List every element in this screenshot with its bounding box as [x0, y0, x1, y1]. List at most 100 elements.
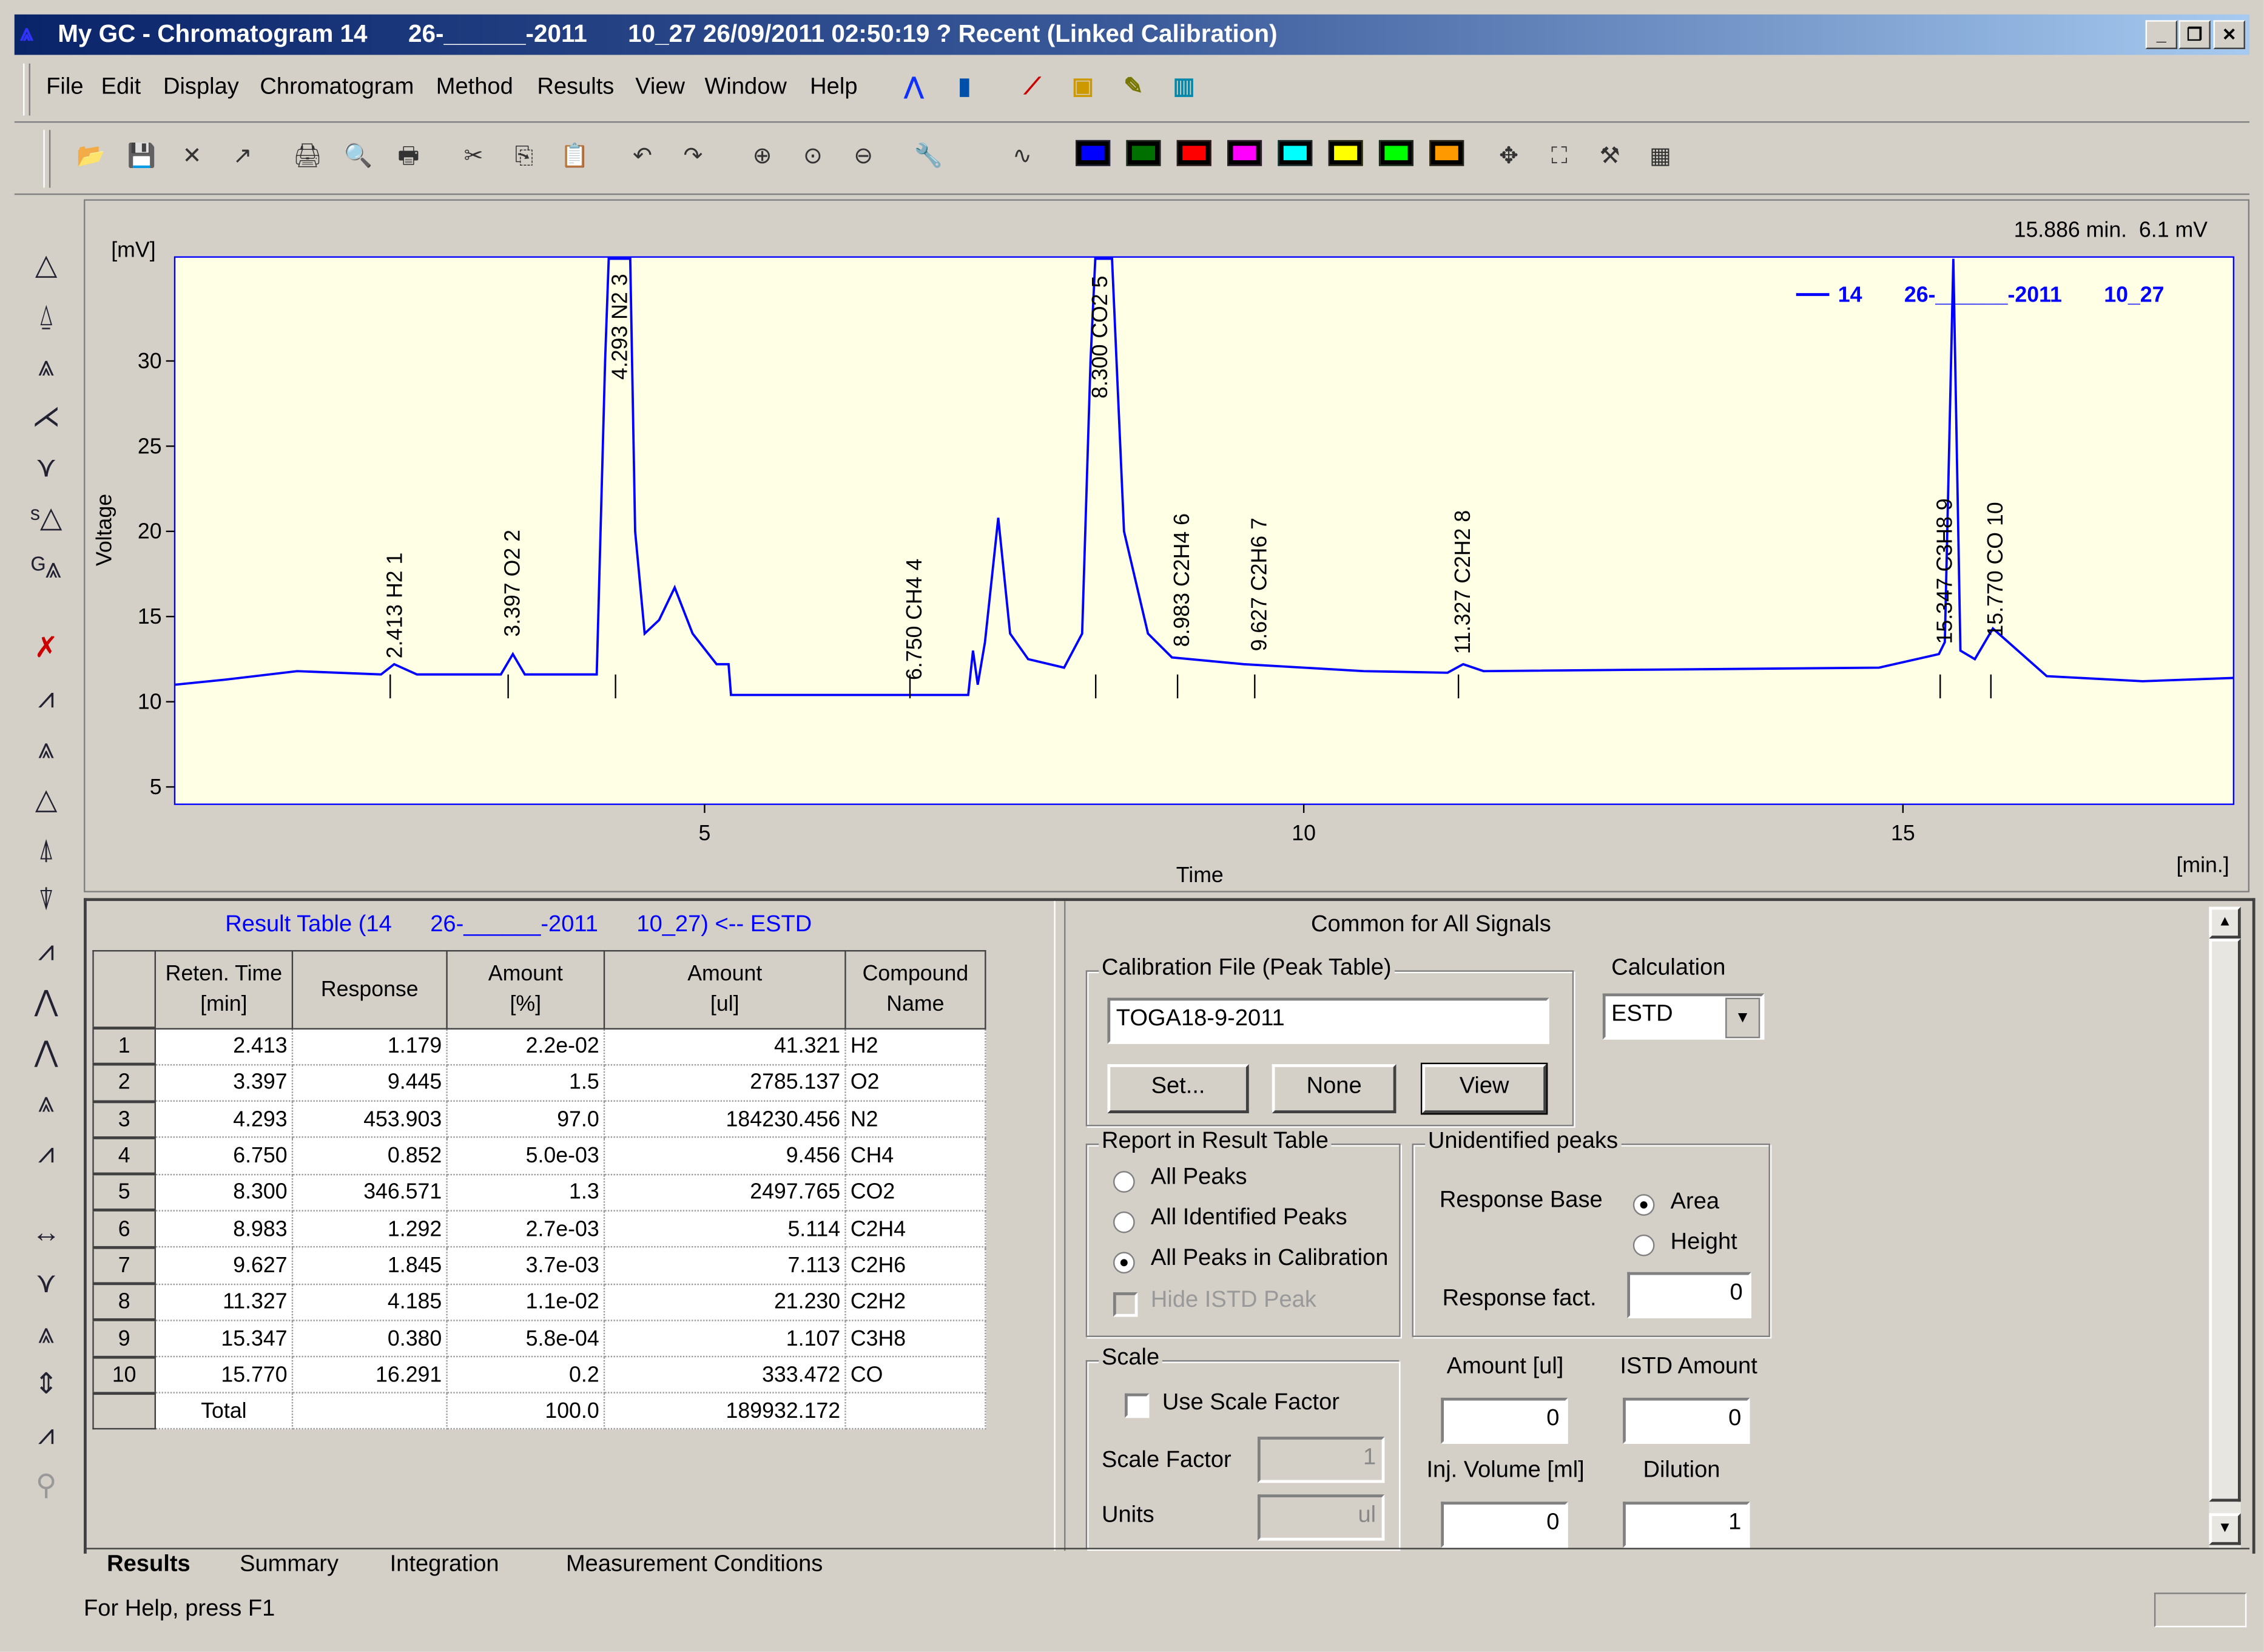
trace-color-button[interactable] — [1076, 140, 1111, 166]
response-fact-input[interactable]: 0 — [1627, 1272, 1751, 1318]
trace-color-button[interactable] — [1227, 140, 1262, 166]
report-option-radio[interactable] — [1113, 1252, 1135, 1274]
use-scale-factor-checkbox[interactable] — [1125, 1393, 1150, 1418]
zoom-icon[interactable]: ⊙ — [794, 138, 832, 176]
response-base-option-label[interactable]: Area — [1671, 1190, 1719, 1216]
menu-file[interactable]: File — [46, 75, 83, 101]
inj-volume-input[interactable]: 0 — [1441, 1502, 1568, 1548]
chromatogram-view-icon[interactable]: ⋀ — [895, 69, 933, 107]
table-row[interactable]: 10 15.770 16.291 0.2 333.472 CO — [92, 1355, 986, 1394]
scroll-down-button[interactable]: ▼ — [2209, 1513, 2241, 1545]
report-option-radio[interactable] — [1113, 1211, 1135, 1233]
close-button[interactable]: ✕ — [2213, 20, 2245, 49]
split-peak-icon[interactable]: ⩓ — [26, 346, 67, 387]
menu-results[interactable]: Results — [537, 75, 614, 101]
peak-end-icon[interactable]: ⍙ — [26, 296, 67, 337]
cut-icon[interactable]: ✂ — [455, 138, 493, 176]
print-icon[interactable]: 🖶 — [390, 138, 428, 176]
calibration-file-input[interactable]: TOGA18-9-2011 — [1107, 997, 1549, 1044]
vertical-scrollbar[interactable]: ▲ ▼ — [2209, 906, 2241, 1548]
menu-method[interactable]: Method — [436, 75, 513, 101]
paste-icon[interactable]: 📋 — [556, 138, 593, 176]
report-option-label[interactable]: All Peaks — [1151, 1165, 1247, 1192]
overlay-icon[interactable]: ⟋ — [1014, 69, 1051, 107]
trace-color-button[interactable] — [1126, 140, 1161, 166]
table-row[interactable]: 7 9.627 1.845 3.7e-03 7.113 C2H6 — [92, 1246, 986, 1285]
negative-baseline-icon[interactable]: ⋎ — [26, 1264, 67, 1304]
table-row[interactable]: 9 15.347 0.380 5.8e-04 1.107 C3H8 — [92, 1318, 986, 1358]
instrument-icon[interactable]: ▥ — [1165, 69, 1203, 107]
report-option-radio[interactable] — [1113, 1171, 1135, 1193]
trace-color-button[interactable] — [1429, 140, 1464, 166]
restore-button[interactable]: ❐ — [2178, 20, 2211, 49]
pane-splitter[interactable] — [1054, 901, 1066, 1551]
table-icon[interactable]: ▦ — [1642, 138, 1679, 176]
export-icon[interactable]: ↗ — [224, 138, 261, 176]
menu-view[interactable]: View — [635, 75, 685, 101]
front-tangent-icon[interactable]: ⋀ — [26, 982, 67, 1022]
column-header[interactable]: Amount [%] — [446, 950, 605, 1029]
istd-amount-input[interactable]: 0 — [1623, 1397, 1750, 1444]
width-icon[interactable]: ↔ — [26, 1213, 67, 1253]
copy-icon[interactable]: ⎘ — [505, 138, 543, 176]
solvent-peak-icon[interactable]: ˢ△ — [26, 498, 67, 539]
backward-horizontal-icon[interactable]: ⍒ — [26, 881, 67, 922]
tail-tangent-icon[interactable]: ⋀ — [26, 1033, 67, 1073]
redo-icon[interactable]: ↷ — [674, 138, 712, 176]
trace-color-button[interactable] — [1278, 140, 1313, 166]
column-header[interactable]: Compound Name — [844, 950, 986, 1029]
delete-icon[interactable]: ✕ — [174, 138, 211, 176]
amount-input[interactable]: 0 — [1441, 1397, 1568, 1444]
menu-chromatogram[interactable]: Chromatogram — [260, 75, 414, 101]
trace-color-button[interactable] — [1328, 140, 1363, 166]
integration-event-icon[interactable]: ⩓ — [26, 1083, 67, 1124]
table-row[interactable]: 2 3.397 9.445 1.5 2785.137 O2 — [92, 1063, 986, 1102]
undo-icon[interactable]: ↶ — [624, 138, 661, 176]
forward-horizontal-icon[interactable]: ⍋ — [26, 831, 67, 871]
trace-color-button[interactable] — [1176, 140, 1211, 166]
none-button[interactable]: None — [1272, 1064, 1396, 1113]
zoom-in-icon[interactable]: ⊕ — [744, 138, 781, 176]
menu-display[interactable]: Display — [163, 75, 239, 101]
disabled-tool-icon[interactable]: ⚲ — [26, 1466, 67, 1506]
tools-icon[interactable]: ⚒ — [1591, 138, 1629, 176]
minimize-button[interactable]: _ — [2145, 20, 2178, 49]
monitor-icon[interactable]: ▣ — [1064, 69, 1102, 107]
table-row[interactable]: 3 4.293 453.903 97.0 184230.456 N2 — [92, 1099, 986, 1139]
tab-measurement-conditions[interactable]: Measurement Conditions — [566, 1553, 823, 1579]
column-header[interactable]: Amount [ul] — [603, 950, 846, 1029]
toolbar-grip[interactable] — [43, 130, 51, 188]
threshold-icon[interactable]: ⩓ — [26, 1314, 67, 1355]
edit-method-icon[interactable]: ✎ — [1114, 69, 1152, 107]
delete-peak-icon[interactable]: ✗ — [26, 628, 67, 669]
table-row[interactable]: 6 8.983 1.292 2.7e-03 5.114 C2H4 — [92, 1209, 986, 1249]
table-row[interactable]: 1 2.413 1.179 2.2e-02 41.321 H2 — [92, 1027, 986, 1065]
set-button[interactable]: Set... — [1107, 1064, 1249, 1113]
menu-window[interactable]: Window — [704, 75, 786, 101]
chromatogram-plot[interactable]: 5 10 15 20 25 30 5 10 15 2.413 H2 1 3.397 O2 2 4.2… — [85, 201, 2248, 891]
valley-icon[interactable]: ⋌ — [26, 397, 67, 438]
print-setup-icon[interactable]: 🖨 — [289, 138, 326, 176]
column-header[interactable]: Response — [291, 950, 448, 1029]
tab-integration[interactable]: Integration — [390, 1553, 499, 1579]
print-preview-icon[interactable]: 🔍 — [339, 138, 377, 176]
dilution-input[interactable]: 1 — [1623, 1502, 1750, 1548]
report-option-label[interactable]: All Identified Peaks — [1151, 1205, 1347, 1232]
trace-color-button[interactable] — [1378, 140, 1414, 166]
manual-peak-icon[interactable]: ⩘ — [26, 679, 67, 720]
calculation-select[interactable]: ESTD ▼ — [1602, 993, 1765, 1040]
tab-results[interactable]: Results — [107, 1553, 190, 1579]
move-icon[interactable]: ✥ — [1490, 138, 1528, 176]
save-icon[interactable]: 💾 — [123, 138, 160, 176]
tangent-icon[interactable]: ⩘ — [26, 931, 67, 972]
response-base-radio[interactable] — [1632, 1194, 1655, 1216]
min-height-icon[interactable]: ⇕ — [26, 1364, 67, 1405]
menu-help[interactable]: Help — [810, 75, 857, 101]
menu-edit[interactable]: Edit — [101, 75, 141, 101]
tab-summary[interactable]: Summary — [240, 1553, 339, 1579]
toolbar-grip[interactable] — [23, 63, 30, 116]
table-row[interactable]: 5 8.300 346.571 1.3 2497.765 CO2 — [92, 1172, 986, 1212]
scroll-up-button[interactable]: ▲ — [2209, 906, 2241, 939]
noise-icon[interactable]: ⩘ — [26, 1415, 67, 1455]
table-row[interactable]: 8 11.327 4.185 1.1e-02 21.230 C2H2 — [92, 1282, 986, 1321]
